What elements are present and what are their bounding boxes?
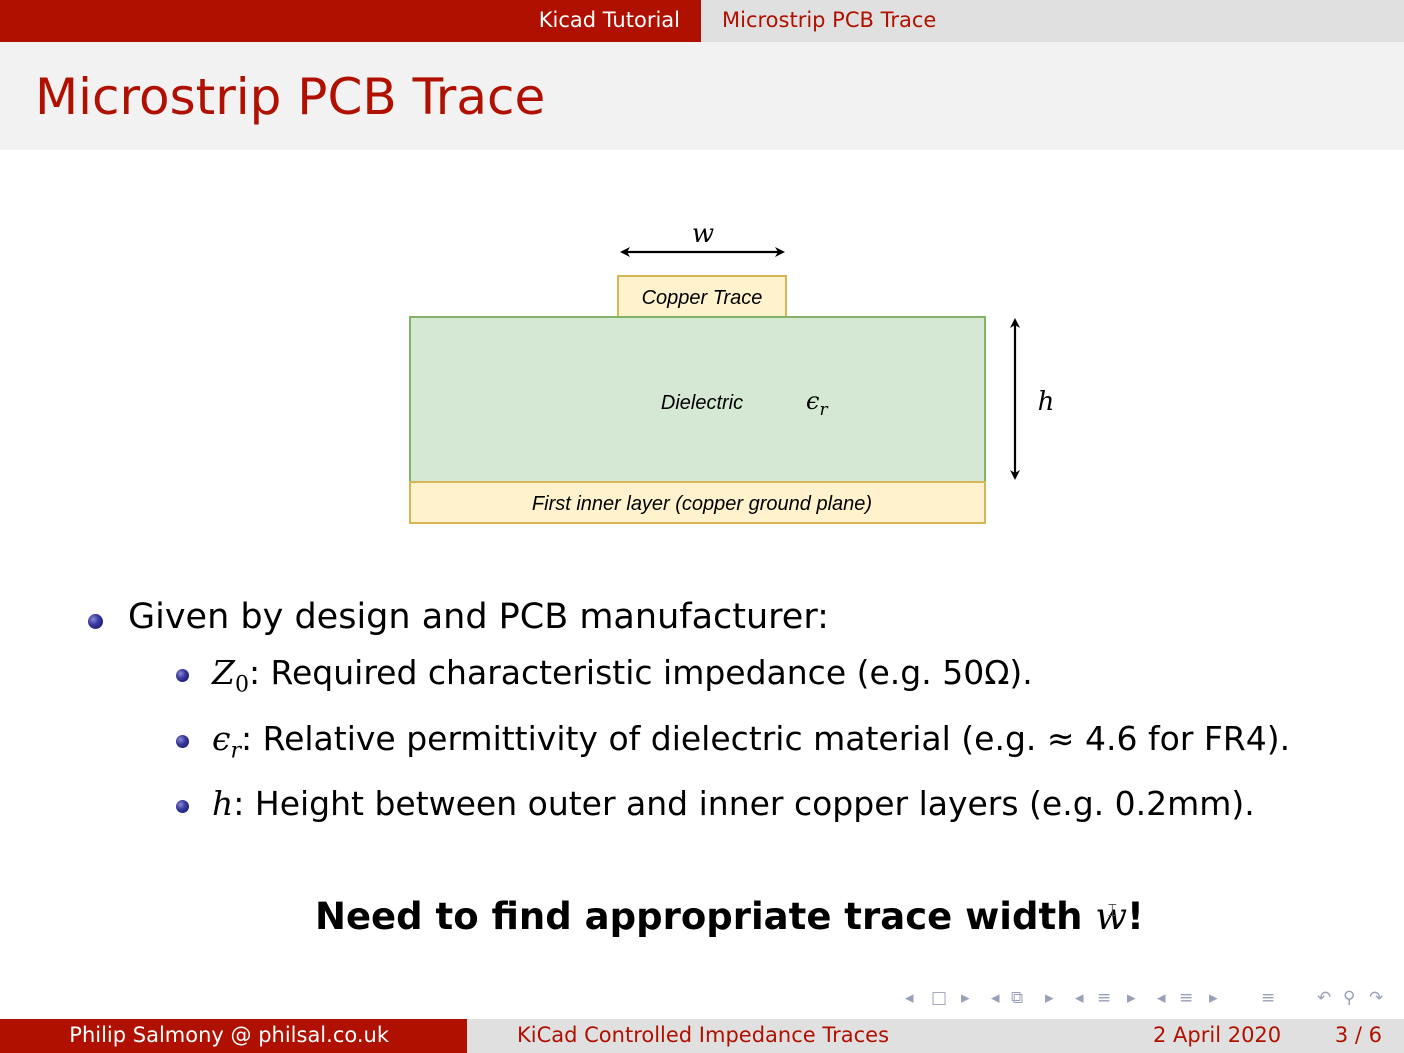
callout-text: Need to find appropriate trace width w! [315, 895, 1144, 938]
nav-frame-icon[interactable]: □ [931, 988, 947, 1008]
footer-title: KiCad Controlled Impedance Traces [467, 1019, 935, 1053]
ground-plane-label: First inner layer (copper ground plane) [532, 493, 872, 515]
nav-next-subsection-icon[interactable]: ▸ [1045, 988, 1054, 1008]
nav-next-section-icon[interactable]: ▸ [1127, 988, 1136, 1008]
footer-bar: Philip Salmony @ philsal.co.uk KiCad Con… [0, 1019, 1404, 1053]
height-label: h [1038, 387, 1055, 417]
nav-search-icon[interactable]: ⚲ [1343, 988, 1355, 1008]
footer-page-number: 3 / 6 [1334, 1023, 1382, 1047]
symbol-epsilon-r: ϵr [212, 719, 242, 764]
nav-prev-document-icon[interactable]: ◂ [1157, 988, 1166, 1008]
nav-back-icon[interactable]: ↶ [1317, 988, 1331, 1008]
width-label: w [692, 219, 714, 249]
bullet-dot [176, 735, 189, 748]
dielectric-label: Dielectric [661, 392, 743, 414]
text-cursor-icon: 𝙸 [1106, 900, 1119, 921]
bullet-dot [88, 614, 103, 629]
footer-date-page: 2 April 2020 3 / 6 [935, 1019, 1404, 1053]
nav-forward-icon[interactable]: ↷ [1369, 988, 1383, 1008]
bullet-dot [176, 800, 189, 813]
footer-author-label: Philip Salmony @ philsal.co.uk [69, 1023, 389, 1047]
header-section[interactable]: Kicad Tutorial [0, 0, 701, 42]
nav-next-frame-icon[interactable]: ▸ [961, 988, 970, 1008]
copper-trace-label: Copper Trace [642, 287, 763, 309]
footer-date: 2 April 2020 [1153, 1023, 1282, 1047]
symbol-h: h [212, 784, 234, 823]
header-subsection[interactable]: Microstrip PCB Trace [701, 0, 1404, 42]
footer-author: Philip Salmony @ philsal.co.uk [0, 1019, 467, 1053]
nav-document-icon[interactable]: ≡ [1179, 988, 1193, 1008]
symbol-z0: Z0 [212, 653, 249, 698]
header-bar: Kicad Tutorial Microstrip PCB Trace [0, 0, 1404, 42]
bullet-sub-impedance: Z0: Required characteristic impedance (e… [212, 653, 1033, 698]
footer-title-label: KiCad Controlled Impedance Traces [517, 1023, 890, 1047]
bullet-sub-height: h: Height between outer and inner copper… [212, 784, 1255, 823]
header-section-label: Kicad Tutorial [538, 8, 680, 32]
nav-section-icon[interactable]: ≡ [1097, 988, 1111, 1008]
frame-title-bar: Microstrip PCB Trace [0, 42, 1404, 150]
bullet-dot [176, 669, 189, 682]
microstrip-diagram: w Copper Trace Dielectric ϵr First inner… [409, 219, 1055, 524]
nav-next-document-icon[interactable]: ▸ [1209, 988, 1218, 1008]
nav-prev-section-icon[interactable]: ◂ [1075, 988, 1084, 1008]
navigation-symbols: ◂ □ ▸ ◂ ⧉ ▸ ◂ ≡ ▸ ◂ ≡ ▸ ≡ ↶ ⚲ ↷ [905, 988, 1395, 1012]
bullet-sub-permittivity: ϵr: Relative permittivity of dielectric … [212, 719, 1291, 764]
nav-subsection-icon[interactable]: ⧉ [1011, 988, 1023, 1008]
nav-appendix-icon[interactable]: ≡ [1261, 988, 1275, 1008]
bullet-main: Given by design and PCB manufacturer: [128, 597, 829, 637]
nav-prev-subsection-icon[interactable]: ◂ [991, 988, 1000, 1008]
nav-prev-frame-icon[interactable]: ◂ [905, 988, 914, 1008]
page-title: Microstrip PCB Trace [35, 68, 546, 126]
header-subsection-label: Microstrip PCB Trace [722, 8, 937, 32]
